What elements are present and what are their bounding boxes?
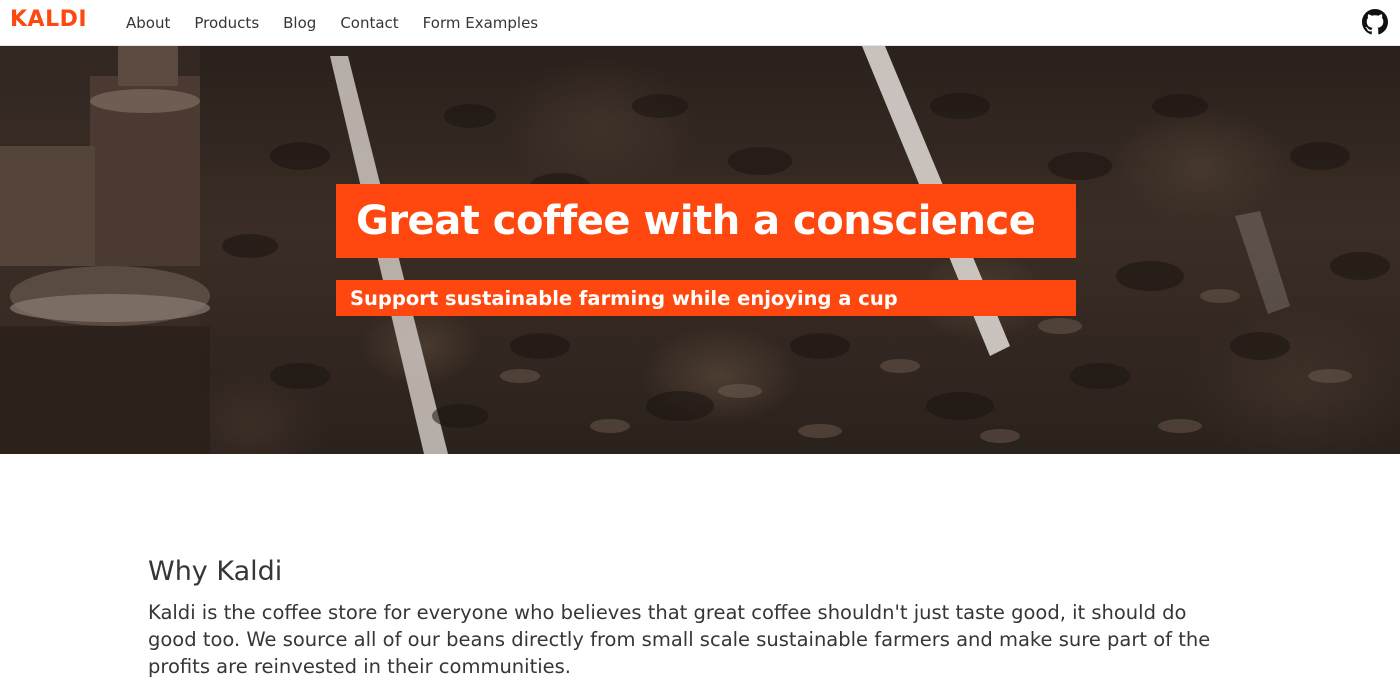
nav-link-about[interactable]: About: [126, 14, 170, 32]
hero-title: Great coffee with a conscience: [356, 198, 1036, 244]
nav-link-products[interactable]: Products: [194, 14, 259, 32]
hero-subtitle-box: Support sustainable farming while enjoyi…: [336, 280, 1076, 316]
section-heading: Why Kaldi: [148, 556, 283, 587]
logo-link[interactable]: KALDI: [10, 7, 87, 32]
nav-link-form-examples[interactable]: Form Examples: [423, 14, 538, 32]
nav-links: About Products Blog Contact Form Example…: [126, 0, 562, 46]
hero-banner: Great coffee with a conscience Support s…: [0, 46, 1400, 454]
hero-subtitle: Support sustainable farming while enjoyi…: [350, 286, 898, 310]
nav-link-blog[interactable]: Blog: [283, 14, 316, 32]
why-kaldi-section: Why Kaldi Kaldi is the coffee store for …: [148, 556, 1248, 680]
navbar: KALDI About Products Blog Contact Form E…: [0, 0, 1400, 46]
section-body: Kaldi is the coffee store for everyone w…: [148, 601, 1211, 678]
github-icon[interactable]: [1362, 9, 1388, 35]
nav-link-contact[interactable]: Contact: [340, 14, 398, 32]
hero-title-box: Great coffee with a conscience: [336, 184, 1076, 258]
